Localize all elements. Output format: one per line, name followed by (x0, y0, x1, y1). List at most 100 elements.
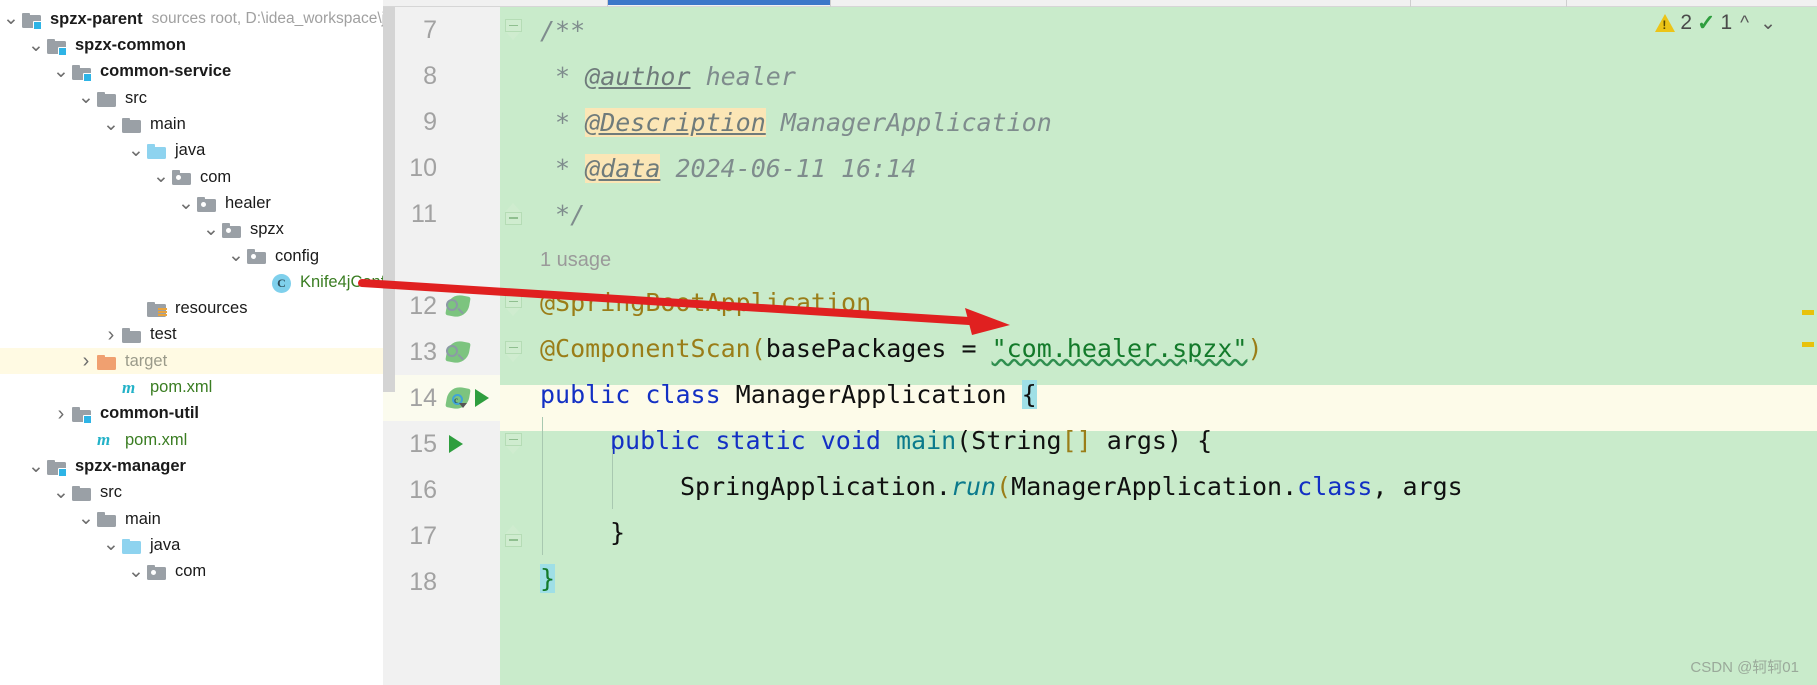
tree-item-main[interactable]: ⌄ main (0, 506, 383, 532)
chevron-right-icon[interactable]: › (75, 351, 97, 371)
code-line-15[interactable]: public static void main(String[] args) { (526, 417, 1817, 463)
inspection-status-cluster[interactable]: 2 ✓ 1 ^ ⌄ (1655, 11, 1779, 35)
tree-item-resources[interactable]: resources (0, 295, 383, 321)
chevron-down-icon[interactable]: ⌄ (125, 561, 147, 581)
chevron-down-icon[interactable]: ⌄ (50, 62, 72, 82)
fold-region-end-icon[interactable] (505, 203, 522, 225)
fold-region-start-icon[interactable] (505, 341, 522, 363)
run-configuration-icon[interactable] (449, 435, 463, 453)
tree-item-spzx-common[interactable]: ⌄ spzx-common (0, 32, 383, 58)
chevron-down-icon[interactable]: ⌄ (175, 193, 197, 213)
tree-item-spzx[interactable]: ⌄ spzx (0, 216, 383, 242)
usage-count-label[interactable]: 1 usage (540, 249, 611, 272)
gutter-row[interactable]: 13 (383, 329, 500, 375)
tree-item-spzx-manager[interactable]: ⌄ spzx-manager (0, 453, 383, 479)
tree-item-pom-xml[interactable]: m pom.xml (0, 374, 383, 400)
gutter-row[interactable]: 11 (383, 191, 500, 237)
code-line-17[interactable]: } (526, 509, 1817, 555)
chevron-down-icon[interactable]: ⌄ (25, 35, 47, 55)
chevron-down-icon[interactable]: ⌄ (125, 141, 147, 161)
chevron-down-icon[interactable]: ⌄ (225, 246, 247, 266)
gutter-icons[interactable]: c (445, 385, 489, 411)
code-line-12[interactable]: @SpringBootApplication (526, 279, 1817, 325)
chevron-down-icon[interactable]: ⌄ (0, 9, 22, 29)
method-open-brace: { (1197, 425, 1213, 455)
chevron-down-icon[interactable]: ⌄ (50, 482, 72, 502)
springboot-application-annotation[interactable]: @SpringBootApplication (540, 288, 871, 317)
gutter-icons[interactable] (446, 435, 463, 453)
gutter-row[interactable]: 12 (383, 283, 500, 329)
gutter-row[interactable]: 7 (383, 7, 500, 53)
gutter-row[interactable]: 17 (383, 513, 500, 559)
code-line-7[interactable]: /** (526, 7, 1817, 53)
tree-item-com[interactable]: ⌄ com (0, 164, 383, 190)
tree-item-java[interactable]: ⌄ java (0, 137, 383, 163)
chevron-right-icon[interactable]: › (50, 404, 72, 424)
gutter-row[interactable]: 8 (383, 53, 500, 99)
fold-region-start-icon[interactable] (505, 295, 522, 317)
gutter-scrollbar-track[interactable] (383, 7, 395, 392)
scrollbar-warning-marker[interactable] (1802, 342, 1814, 347)
code-line-9[interactable]: * @Description ManagerApplication (526, 99, 1817, 145)
code-editor[interactable]: 7 8 9 10 11 12 13 14 c 15 16 17 18 /** * @author hea… (383, 0, 1817, 685)
fold-region-start-icon[interactable] (505, 19, 522, 41)
editor-tab-strip[interactable] (383, 0, 1817, 7)
project-tool-window[interactable]: ⌄ spzx-parent sources root, D:\idea_worksp… (0, 0, 383, 685)
chevron-down-icon[interactable]: ⌄ (25, 456, 47, 476)
gutter-row[interactable]: 14 c (383, 375, 500, 421)
chevron-down-icon[interactable]: ⌄ (200, 219, 222, 239)
code-line-16[interactable]: SpringApplication. run(ManagerApplication… (526, 463, 1817, 509)
code-line-8[interactable]: * @author healer (526, 53, 1817, 99)
scrollbar-warning-marker[interactable] (1802, 310, 1814, 315)
code-line-18[interactable]: } (526, 555, 1817, 601)
chevron-down-icon[interactable]: ⌄ (100, 114, 122, 134)
previous-problem-button[interactable]: ^ (1737, 14, 1752, 33)
editor-gutter[interactable]: 7 8 9 10 11 12 13 14 c 15 16 17 18 (383, 7, 500, 685)
gutter-icons[interactable] (445, 293, 471, 319)
gutter-row[interactable]: 9 (383, 99, 500, 145)
tree-item-spzx-parent[interactable]: ⌄ spzx-parent sources root, D:\idea_worksp… (0, 6, 383, 32)
code-content[interactable]: /** * @author healer * @Description Mana… (526, 7, 1817, 685)
spring-bean-search-icon[interactable] (445, 339, 471, 365)
code-line-10[interactable]: * @data 2024-06-11 16:14 (526, 145, 1817, 191)
usage-hint-line[interactable]: 1 usage (526, 237, 1817, 283)
tree-item-com[interactable]: ⌄ com (0, 558, 383, 584)
tree-item-config[interactable]: ⌄ config (0, 243, 383, 269)
chevron-down-icon[interactable]: ⌄ (75, 88, 97, 108)
tree-item-test[interactable]: › test (0, 322, 383, 348)
gutter-row[interactable] (383, 237, 500, 283)
tree-item-healer[interactable]: ⌄ healer (0, 190, 383, 216)
chevron-right-icon[interactable]: › (100, 325, 122, 345)
tree-item-main[interactable]: ⌄ main (0, 111, 383, 137)
chevron-down-icon[interactable]: ⌄ (150, 167, 172, 187)
code-line-11[interactable]: */ (526, 191, 1817, 237)
gutter-row[interactable]: 10 (383, 145, 500, 191)
tree-item-pom-xml[interactable]: m pom.xml (0, 427, 383, 453)
tree-item-src[interactable]: ⌄ src (0, 85, 383, 111)
code-line-13[interactable]: @ComponentScan(basePackages = "com.heale… (526, 325, 1817, 371)
tree-item-common-service[interactable]: ⌄ common-service (0, 59, 383, 85)
tree-item-knife4jconfig[interactable]: C Knife4jConfig (0, 269, 383, 295)
componentscan-annotation[interactable]: @ComponentScan (540, 334, 751, 363)
gutter-row[interactable]: 18 (383, 559, 500, 605)
code-line-14[interactable]: public class ManagerApplication { (526, 371, 1817, 417)
run-configuration-icon[interactable] (475, 389, 489, 407)
gutter-row[interactable]: 15 (383, 421, 500, 467)
folder-icon (97, 90, 118, 107)
fold-region-end-icon[interactable] (505, 525, 522, 547)
next-problem-button[interactable]: ⌄ (1757, 14, 1779, 33)
active-tab-indicator[interactable] (608, 0, 830, 5)
tree-item-java[interactable]: ⌄ java (0, 532, 383, 558)
gutter-row[interactable]: 16 (383, 467, 500, 513)
gutter-icons[interactable] (445, 339, 471, 365)
tree-item-src[interactable]: ⌄ src (0, 479, 383, 505)
chevron-down-icon[interactable]: ⌄ (75, 509, 97, 529)
spring-bean-icon[interactable]: c (445, 385, 471, 411)
tree-item-common-util[interactable]: › common-util (0, 400, 383, 426)
chevron-down-icon[interactable]: ⌄ (100, 535, 122, 555)
spring-bean-search-icon[interactable] (445, 293, 471, 319)
tree-item-target[interactable]: › target (0, 347, 383, 375)
code-folding-column[interactable] (500, 7, 526, 685)
fold-region-start-icon[interactable] (505, 433, 522, 455)
